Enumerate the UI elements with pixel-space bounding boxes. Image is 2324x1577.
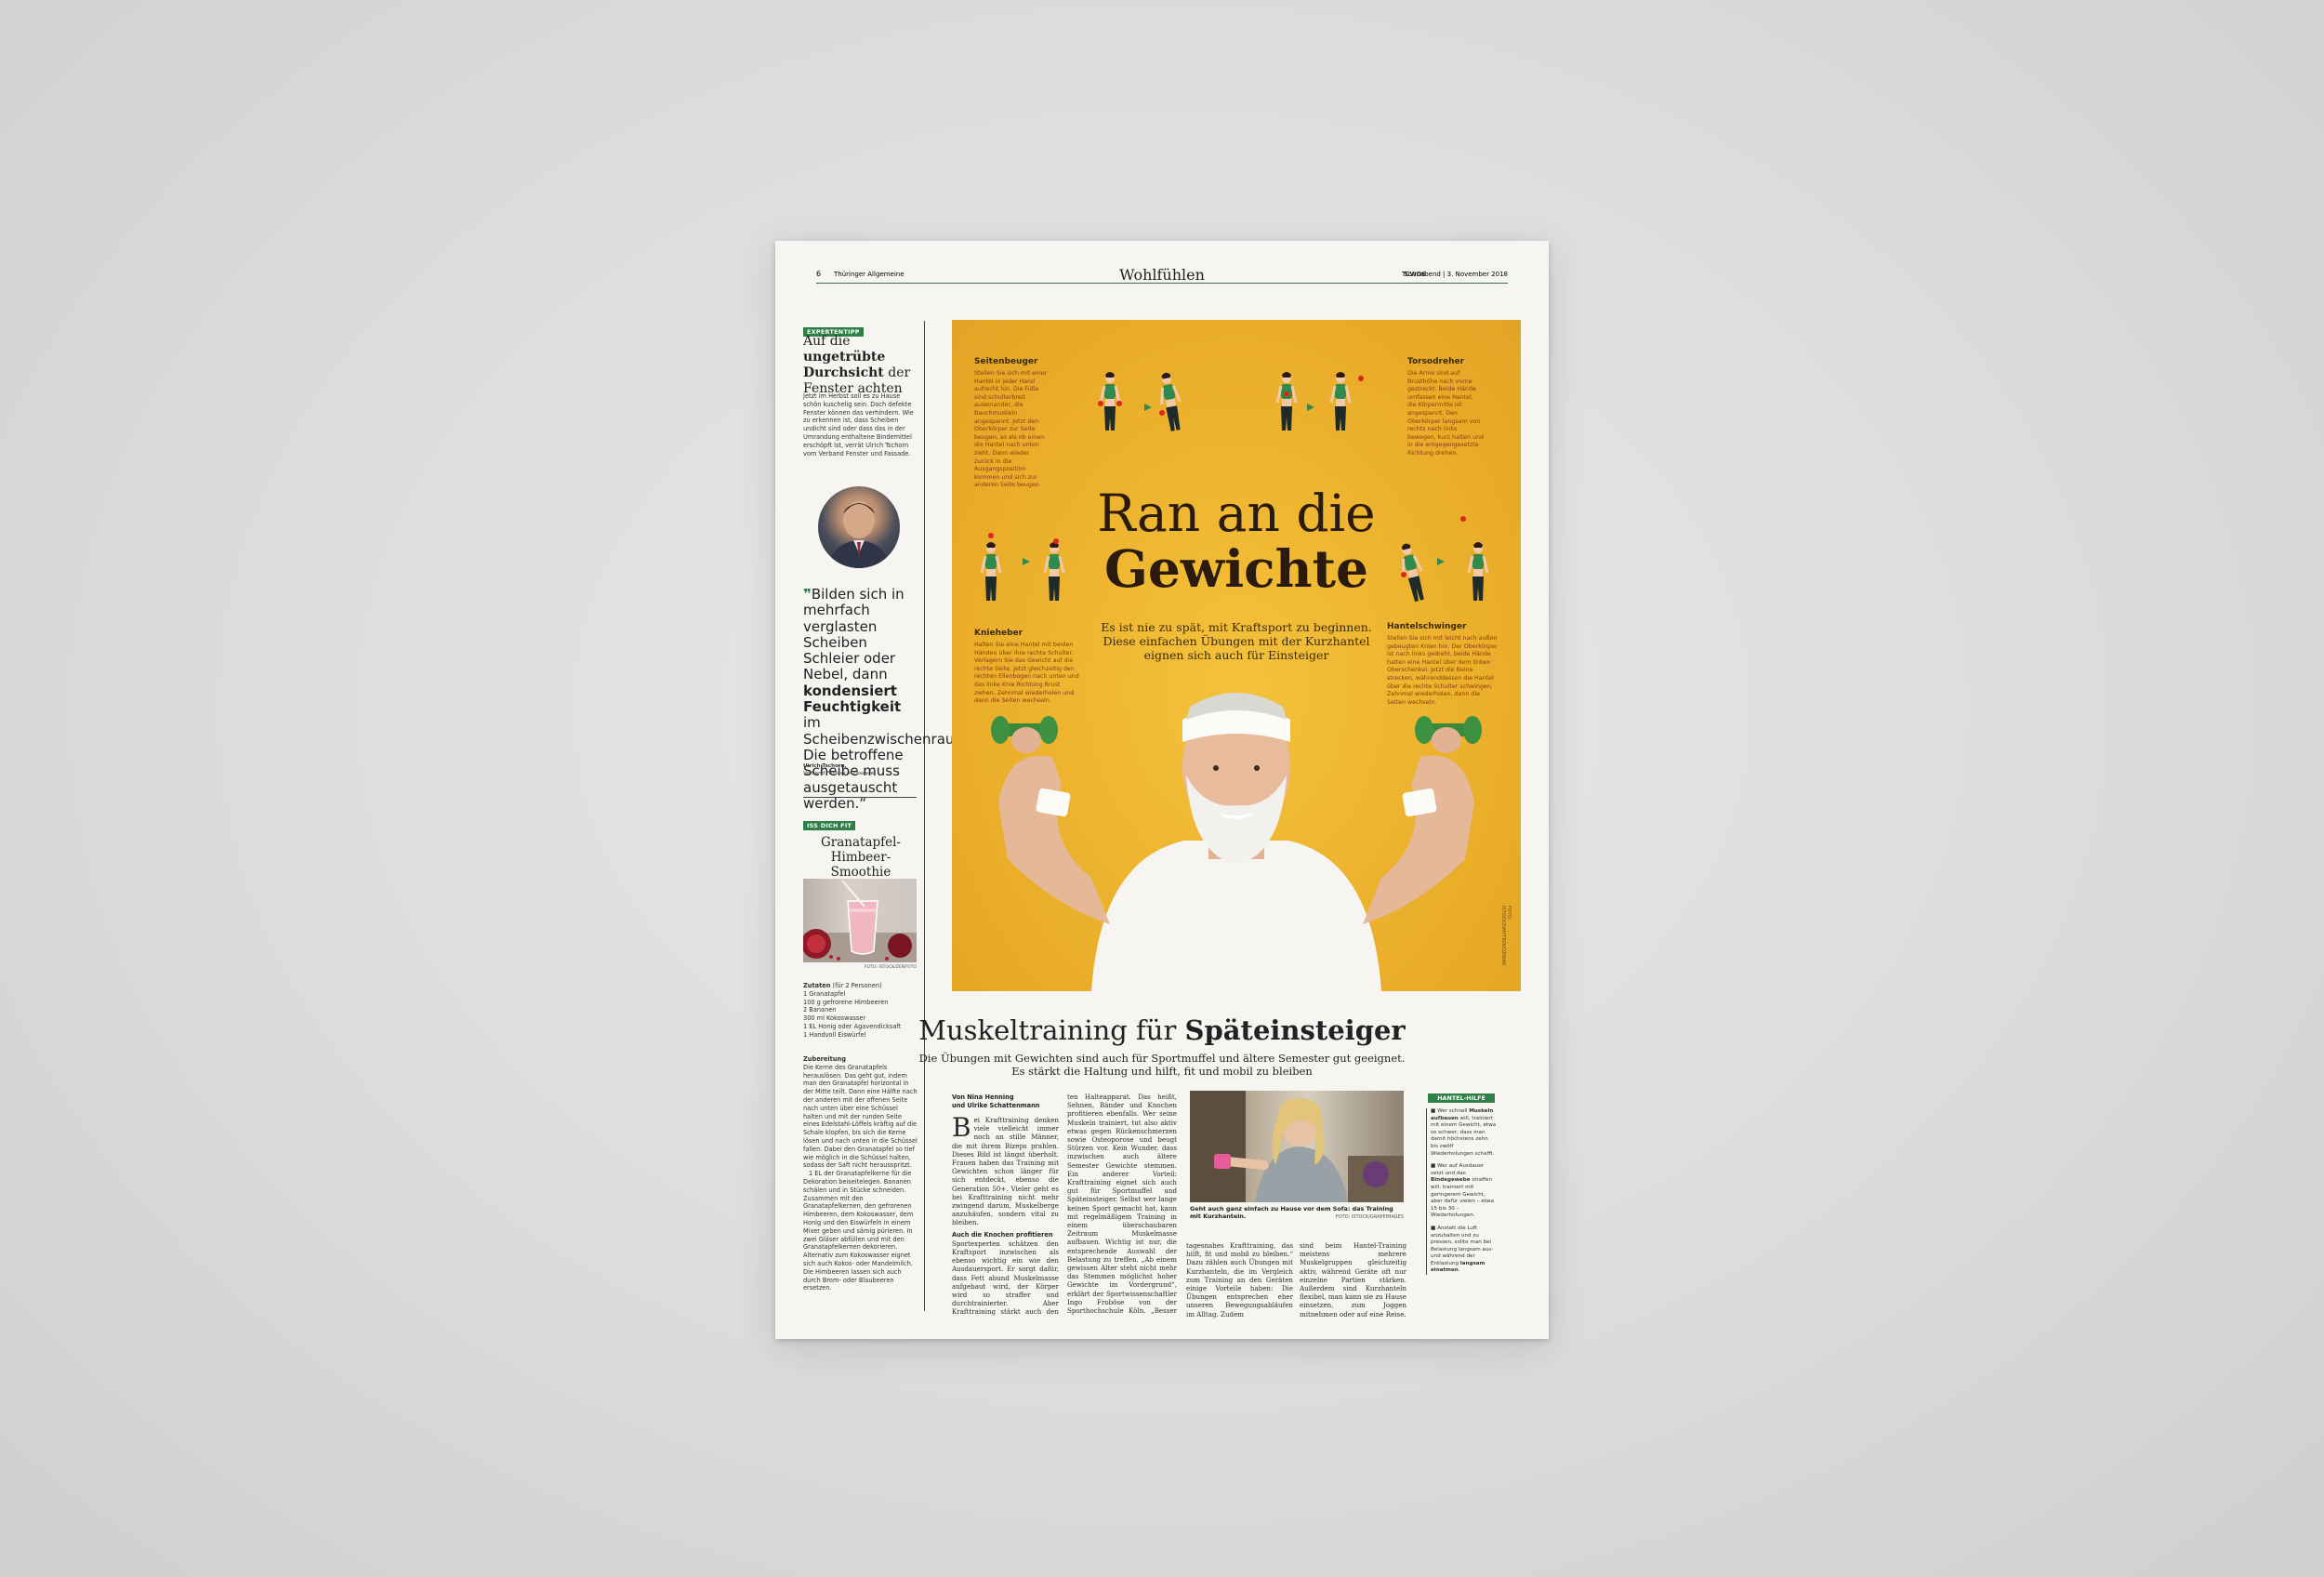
article-column-4: sind beim Hantel-Training meistens mehre… [1300, 1241, 1406, 1319]
athlete-photo [991, 693, 1482, 991]
expert-intro: Jetzt im Herbst soll es zu Hause schön k… [803, 392, 914, 457]
page-header: 6 Thüringer Allgemeine Wohlfühlen TCWO6 … [816, 266, 1508, 284]
tip-item: ■ Anstatt die Luft anzuhalten und zu pre… [1431, 1225, 1494, 1274]
issue-date: Sonnabend | 3. November 2018 [1404, 271, 1508, 278]
article-column-1: Bei Krafttraining denken viele vielleich… [952, 1116, 1059, 1316]
smoothie-photo [803, 879, 917, 962]
tip-item: ■ Wer auf Ausdauer setzt und das Bindege… [1431, 1163, 1494, 1219]
expert-title: Auf die ungetrübte Durchsicht der Fenste… [803, 334, 911, 396]
column-rule [924, 321, 925, 1311]
tips-tag: HANTEL-HILFE [1428, 1093, 1495, 1103]
article-headline: Muskeltraining für Späteinsteiger [918, 1014, 1406, 1046]
article-deck: Die Übungen mit Gewichten sind auch für … [918, 1052, 1406, 1078]
hero-illustration: Seitenbeuger Stellen Sie sich mit einer … [952, 320, 1521, 991]
tips-box: HANTEL-HILFE ■ Wer schnell Muskeln aufba… [1426, 1093, 1497, 1276]
hero-headline: Ran an die Gewichte [1097, 484, 1376, 599]
quote-mark-icon: ❞ [803, 586, 812, 603]
article-byline: Von Nina Henning und Ulrike Schattenmann [952, 1093, 1040, 1109]
article-photo-credit: FOTO: ISTOCK/GRAPEIMAGES [1335, 1214, 1404, 1220]
newspaper-page: 6 Thüringer Allgemeine Wohlfühlen TCWO6 … [775, 241, 1549, 1339]
recipe-title: Granatapfel-Himbeer-Smoothie [820, 835, 901, 880]
recipe-tag: ISS DICH FIT [803, 814, 856, 831]
article-column-3: tagesnahes Krafttraining, das hilft, fit… [1186, 1241, 1293, 1319]
expert-portrait [818, 486, 900, 568]
tip-item: ■ Wer schnell Muskeln aufbauen will, tra… [1431, 1108, 1497, 1157]
sidebar-divider [803, 797, 917, 798]
article-photo [1190, 1091, 1404, 1202]
hero-photo-credit: FOTO: ISTOCK/DMYTROVOZNIAK [1500, 906, 1512, 966]
quote-author: Ulrich Tschorn, Verband Fenster + Fassade [803, 763, 875, 776]
article-subhead: Auch die Knochen profitieren [952, 1230, 1053, 1239]
hero-deck: Es ist nie zu spät, mit Kraftsport zu be… [1101, 620, 1372, 662]
recipe-preparation: Zubereitung Die Kerne des Granatapfels h… [803, 1055, 918, 1292]
tips-list: ■ Wer schnell Muskeln aufbauen will, tra… [1426, 1108, 1497, 1276]
expert-quote: ❞Bilden sich in mehrfach verglasten Sche… [803, 586, 972, 812]
recipe-photo-credit: FOTO: ISTOCK/ZENFOTO [864, 965, 917, 970]
article-column-2: ten Halteapparat. Das heißt, Sehnen, Bän… [1067, 1093, 1177, 1316]
drop-cap: B [952, 1116, 971, 1143]
